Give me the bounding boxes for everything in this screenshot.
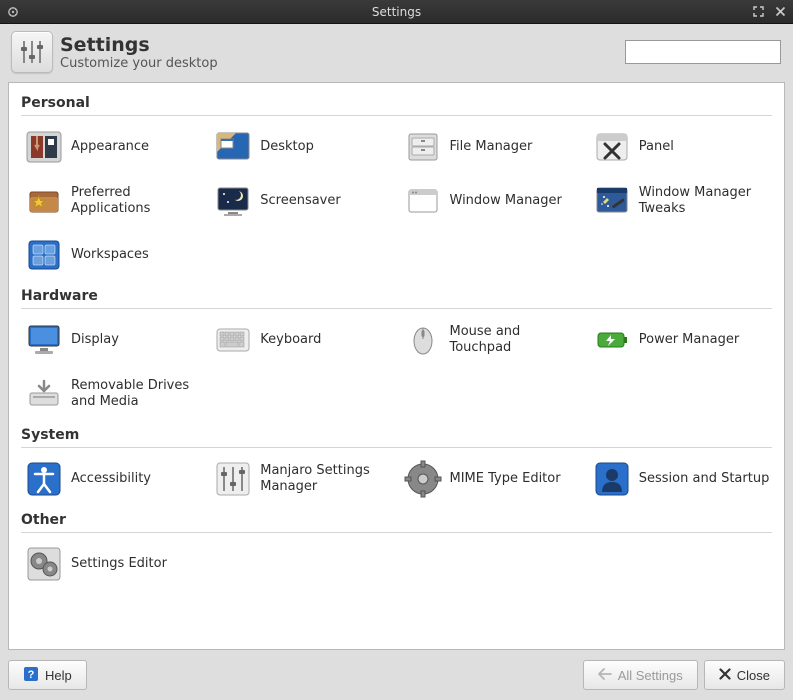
- category-hardware: Hardware Display Keyboard Mouse and Touchpa…: [21, 284, 772, 419]
- divider: [21, 532, 772, 533]
- divider: [21, 308, 772, 309]
- close-x-icon: [719, 668, 731, 683]
- close-button[interactable]: Close: [704, 660, 785, 690]
- settings-item-label: Keyboard: [260, 332, 321, 348]
- appearance-icon: [23, 126, 65, 168]
- help-button-label: Help: [45, 668, 72, 683]
- settings-item-label: Mouse and Touchpad: [450, 324, 581, 357]
- settings-item-label: Accessibility: [71, 471, 151, 487]
- divider: [21, 447, 772, 448]
- settings-app-icon: [10, 30, 54, 74]
- settings-item-settings-editor[interactable]: Settings Editor: [21, 539, 204, 589]
- settings-item-desktop[interactable]: Desktop: [210, 122, 393, 172]
- settings-item-window-manager-tweaks[interactable]: Window Manager Tweaks: [589, 176, 772, 226]
- back-arrow-icon: [598, 668, 612, 683]
- settings-item-label: Settings Editor: [71, 556, 167, 572]
- settings-item-label: Appearance: [71, 139, 149, 155]
- settings-item-label: Screensaver: [260, 193, 340, 209]
- category-title: Hardware: [21, 284, 772, 306]
- power-icon: [591, 319, 633, 361]
- panel-icon: [591, 126, 633, 168]
- category-other: Other Settings Editor: [21, 508, 772, 589]
- settings-item-label: Window Manager: [450, 193, 562, 209]
- help-icon: ?: [23, 666, 39, 685]
- footer: ? Help All Settings Close: [0, 658, 793, 700]
- category-title: Other: [21, 508, 772, 530]
- settings-item-mouse-and-touchpad[interactable]: Mouse and Touchpad: [400, 315, 583, 365]
- settings-item-label: Power Manager: [639, 332, 739, 348]
- settings-editor-icon: [23, 543, 65, 585]
- screensaver-icon: [212, 180, 254, 222]
- settings-item-mime-type-editor[interactable]: MIME Type Editor: [400, 454, 583, 504]
- settings-item-label: Panel: [639, 139, 674, 155]
- preferred-apps-icon: [23, 180, 65, 222]
- manjaro-settings-icon: [212, 458, 254, 500]
- close-button-label: Close: [737, 668, 770, 683]
- settings-item-appearance[interactable]: Appearance: [21, 122, 204, 172]
- settings-item-preferred-applications[interactable]: Preferred Applications: [21, 176, 204, 226]
- mouse-icon: [402, 319, 444, 361]
- divider: [21, 115, 772, 116]
- settings-item-accessibility[interactable]: Accessibility: [21, 454, 204, 504]
- settings-item-label: Desktop: [260, 139, 314, 155]
- settings-item-label: Window Manager Tweaks: [639, 185, 770, 218]
- help-button[interactable]: ? Help: [8, 660, 87, 690]
- all-settings-button: All Settings: [583, 660, 698, 690]
- all-settings-label: All Settings: [618, 668, 683, 683]
- settings-item-window-manager[interactable]: Window Manager: [400, 176, 583, 226]
- search-input[interactable]: [630, 44, 793, 61]
- window-titlebar: Settings: [0, 0, 793, 24]
- display-icon: [23, 319, 65, 361]
- category-title: System: [21, 423, 772, 445]
- close-icon[interactable]: [773, 5, 787, 19]
- settings-item-screensaver[interactable]: Screensaver: [210, 176, 393, 226]
- settings-item-workspaces[interactable]: Workspaces: [21, 230, 204, 280]
- settings-item-label: Removable Drives and Media: [71, 378, 202, 411]
- settings-item-keyboard[interactable]: Keyboard: [210, 315, 393, 365]
- page-title: Settings: [60, 34, 625, 56]
- settings-content: Personal Appearance Desktop File Manager Pan…: [8, 82, 785, 650]
- settings-item-label: Session and Startup: [639, 471, 770, 487]
- settings-item-manjaro-settings-manager[interactable]: Manjaro Settings Manager: [210, 454, 393, 504]
- settings-item-file-manager[interactable]: File Manager: [400, 122, 583, 172]
- svg-text:?: ?: [28, 669, 35, 681]
- settings-item-label: File Manager: [450, 139, 533, 155]
- window-menu-icon[interactable]: [6, 5, 20, 19]
- workspaces-icon: [23, 234, 65, 276]
- file-manager-icon: [402, 126, 444, 168]
- settings-item-power-manager[interactable]: Power Manager: [589, 315, 772, 365]
- settings-item-removable-drives-and-media[interactable]: Removable Drives and Media: [21, 369, 204, 419]
- category-title: Personal: [21, 91, 772, 113]
- settings-item-label: MIME Type Editor: [450, 471, 561, 487]
- accessibility-icon: [23, 458, 65, 500]
- settings-item-session-and-startup[interactable]: Session and Startup: [589, 454, 772, 504]
- window-title: Settings: [66, 5, 727, 19]
- keyboard-icon: [212, 319, 254, 361]
- category-system: System Accessibility Manjaro Settings Mana…: [21, 423, 772, 504]
- settings-item-panel[interactable]: Panel: [589, 122, 772, 172]
- wm-tweaks-icon: [591, 180, 633, 222]
- search-container: [625, 40, 781, 64]
- desktop-icon: [212, 126, 254, 168]
- settings-item-label: Workspaces: [71, 247, 149, 263]
- page-subtitle: Customize your desktop: [60, 56, 625, 71]
- mime-icon: [402, 458, 444, 500]
- session-icon: [591, 458, 633, 500]
- maximize-icon[interactable]: [751, 5, 765, 19]
- category-personal: Personal Appearance Desktop File Manager Pan…: [21, 91, 772, 280]
- window-manager-icon: [402, 180, 444, 222]
- settings-item-label: Manjaro Settings Manager: [260, 463, 391, 496]
- header: Settings Customize your desktop: [0, 24, 793, 78]
- settings-item-label: Preferred Applications: [71, 185, 202, 218]
- settings-item-label: Display: [71, 332, 119, 348]
- settings-item-display[interactable]: Display: [21, 315, 204, 365]
- removable-icon: [23, 373, 65, 415]
